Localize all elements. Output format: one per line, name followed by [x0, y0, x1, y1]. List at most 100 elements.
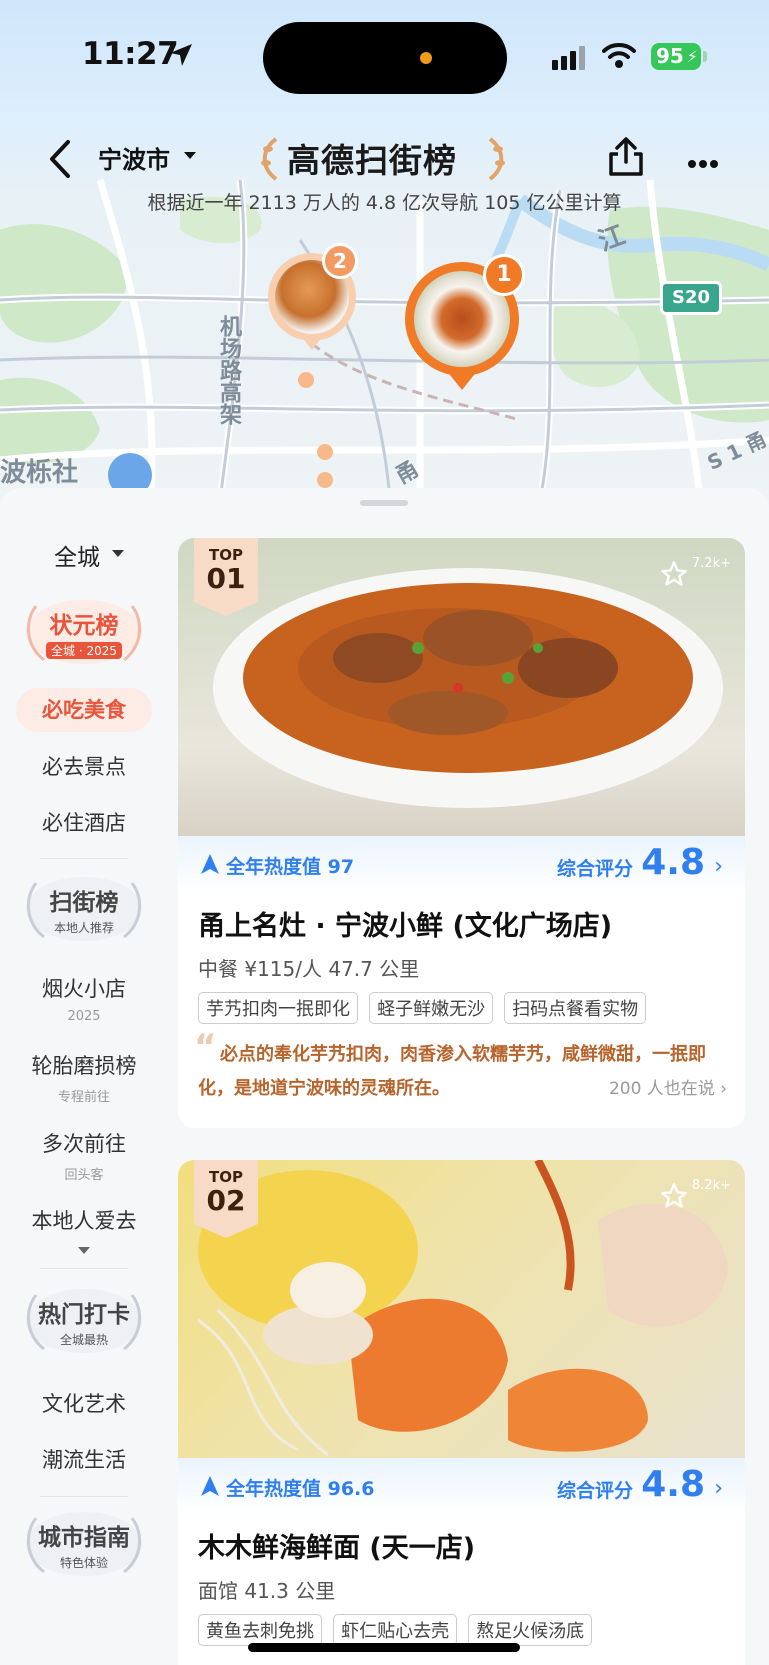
favorite-button[interactable]: 7.2k+ [661, 556, 731, 586]
sidebar-item-label: 轮胎磨损榜 [31, 1054, 137, 1078]
badge-subtitle: 全城最热 [59, 1333, 108, 1347]
heat-value: 全年热度值 97 [200, 852, 354, 879]
sidebar-item-label: 多次前往 [42, 1132, 126, 1156]
badge-subtitle: 全城 · 2025 [46, 642, 122, 659]
favorite-count: 7.2k+ [691, 556, 731, 571]
score-value[interactable]: 4.8 [641, 1464, 705, 1505]
more-options-icon[interactable] [688, 153, 721, 172]
scope-selector[interactable]: 全城 [54, 538, 100, 572]
sidebar-item-must-go[interactable]: 必去景点 [0, 751, 168, 781]
restaurant-photo: TOP 02 8.2k+ [178, 1160, 745, 1458]
chevron-right-icon[interactable]: › [714, 854, 723, 879]
battery-tip [703, 51, 707, 62]
sidebar-item-multi[interactable]: 多次前往 回头客 [0, 1128, 168, 1183]
map-pin-tail [446, 370, 478, 390]
badge-title: 热门打卡 [38, 1302, 130, 1328]
restaurant-card[interactable]: TOP 02 8.2k+ 全年热度值 96.6 综合评分 4.8 › 木木鲜海鲜… [178, 1160, 745, 1665]
navigation-arrow-icon [201, 854, 219, 874]
rank-tag-label: TOP [209, 546, 243, 564]
status-bar: 11:27 95 ⚡ [0, 0, 769, 110]
map-label-airport-road: 机场路高架 [216, 315, 241, 425]
bottom-sheet: 全城 状元榜 全城 · 2025 必吃美食 必去景点 必住酒店 扫街榜 本地人推… [0, 488, 769, 1665]
divider [40, 1496, 128, 1497]
drag-handle[interactable] [360, 500, 408, 506]
tag: 蛏子鲜嫩无沙 [369, 992, 494, 1024]
score-value[interactable]: 4.8 [641, 842, 705, 883]
tag: 芋艿扣肉一抿即化 [198, 992, 358, 1024]
badge-title: 扫街榜 [49, 890, 119, 916]
badge-remen[interactable]: 热门打卡 全城最热 [22, 1285, 146, 1357]
badge-guide[interactable]: 城市指南 特色体验 [22, 1508, 146, 1580]
review-count: 200 人也在说 › [608, 1079, 727, 1099]
rank-tag: TOP 01 [194, 538, 258, 616]
score-label: 综合评分 [556, 858, 633, 880]
rank-tag: TOP 02 [194, 1160, 258, 1238]
sidebar-item-yanhuo[interactable]: 烟火小店 2025 [0, 973, 168, 1024]
sidebar-item-label: 烟火小店 [42, 977, 126, 1001]
restaurant-name[interactable]: 木木鲜海鲜面 (天一店) [178, 1514, 745, 1565]
badge-zhuangyuan[interactable]: 状元榜 全城 · 2025 [22, 596, 146, 668]
tag: 扫码点餐看实物 [504, 992, 647, 1024]
badge-saojie[interactable]: 扫街榜 本地人推荐 [22, 873, 146, 945]
score-label: 综合评分 [556, 1480, 633, 1502]
charging-bolt-icon: ⚡ [686, 47, 698, 66]
location-arrow-icon [170, 44, 192, 66]
chevron-down-icon[interactable] [184, 152, 196, 159]
map-pin-rank-2[interactable]: 2 [268, 243, 358, 341]
sidebar-item-local[interactable]: 本地人爱去 [0, 1205, 168, 1254]
favorite-button[interactable]: 8.2k+ [661, 1178, 731, 1208]
heat-text: 全年热度值 97 [226, 856, 355, 878]
restaurant-meta: 中餐 ¥115/人 47.7 公里 [198, 957, 420, 981]
share-icon[interactable] [606, 136, 646, 178]
sidebar-item-culture[interactable]: 文化艺术 [0, 1388, 168, 1418]
restaurant-name[interactable]: 甬上名灶 · 宁波小鲜 (文化广场店) [178, 892, 745, 943]
map-label-district: 波栎社 [0, 458, 79, 488]
pin-rank-badge: 2 [322, 243, 358, 279]
divider [40, 858, 128, 859]
sidebar-item-must-stay[interactable]: 必住酒店 [0, 807, 168, 837]
sidebar-item-label: 本地人爱去 [31, 1209, 137, 1233]
quote-icon: “ [194, 1027, 217, 1067]
restaurant-card[interactable]: TOP 01 7.2k+ 全年热度值 97 综合评分 4.8 › 甬上名灶 · … [178, 538, 745, 1128]
heat-row: 全年热度值 96.6 综合评分 4.8 › [178, 1458, 745, 1514]
badge-subtitle: 特色体验 [59, 1556, 108, 1570]
map-pin-tail [301, 336, 323, 350]
city-selector[interactable]: 宁波市 [98, 140, 170, 175]
navigation-arrow-icon [201, 1476, 219, 1496]
chevron-down-icon[interactable] [112, 550, 124, 557]
tag: 熬足火候汤底 [468, 1614, 593, 1646]
badge-subtitle: 本地人推荐 [53, 921, 114, 935]
home-indicator[interactable] [248, 1643, 520, 1652]
sidebar-item-must-eat[interactable]: 必吃美食 [16, 688, 152, 732]
star-icon [661, 561, 687, 586]
restaurant-meta: 面馆 41.3 公里 [198, 1579, 336, 1603]
favorite-count: 8.2k+ [691, 1178, 731, 1193]
cellular-signal-icon [552, 46, 585, 70]
battery-level: 95 [656, 44, 684, 68]
sidebar-item-sublabel: 2025 [67, 1009, 101, 1024]
restaurant-photo: TOP 01 7.2k+ [178, 538, 745, 836]
map-pin-rank-1[interactable]: 1 [405, 254, 525, 376]
sidebar-item-sublabel: 回头客 [64, 1168, 104, 1183]
sidebar-item-sublabel: 专程前往 [57, 1090, 110, 1105]
pin-rank-badge: 1 [483, 254, 525, 296]
rank-tag-label: TOP [209, 1168, 243, 1186]
tag-list: 黄鱼去刺免挑 虾仁贴心去壳 熬足火候汤底 [178, 1604, 745, 1646]
rank-tag-number: 02 [206, 1184, 246, 1217]
tag: 虾仁贴心去壳 [333, 1614, 458, 1646]
review-quote[interactable]: “ 必点的奉化芋艿扣肉，肉香渗入软糯芋艿，咸鲜微甜，一抿即化，是地道宁波味的灵魂… [178, 1024, 745, 1106]
badge-title: 状元榜 [49, 613, 119, 639]
wifi-icon [602, 43, 636, 68]
battery-indicator: 95 ⚡ [651, 43, 701, 70]
tag-list: 芋艿扣肉一抿即化 蛏子鲜嫩无沙 扫码点餐看实物 [178, 982, 745, 1024]
sidebar-item-tire[interactable]: 轮胎磨损榜 专程前往 [0, 1050, 168, 1105]
page-title: 高德扫街榜 [287, 141, 457, 180]
status-time: 11:27 [82, 36, 179, 72]
chevron-right-icon[interactable]: › [714, 1476, 723, 1501]
badge-title: 城市指南 [38, 1525, 130, 1551]
back-button[interactable] [44, 136, 80, 182]
sidebar-item-trend[interactable]: 潮流生活 [0, 1444, 168, 1474]
heat-value: 全年热度值 96.6 [200, 1474, 375, 1501]
divider [40, 1268, 128, 1269]
dynamic-island [263, 22, 507, 94]
